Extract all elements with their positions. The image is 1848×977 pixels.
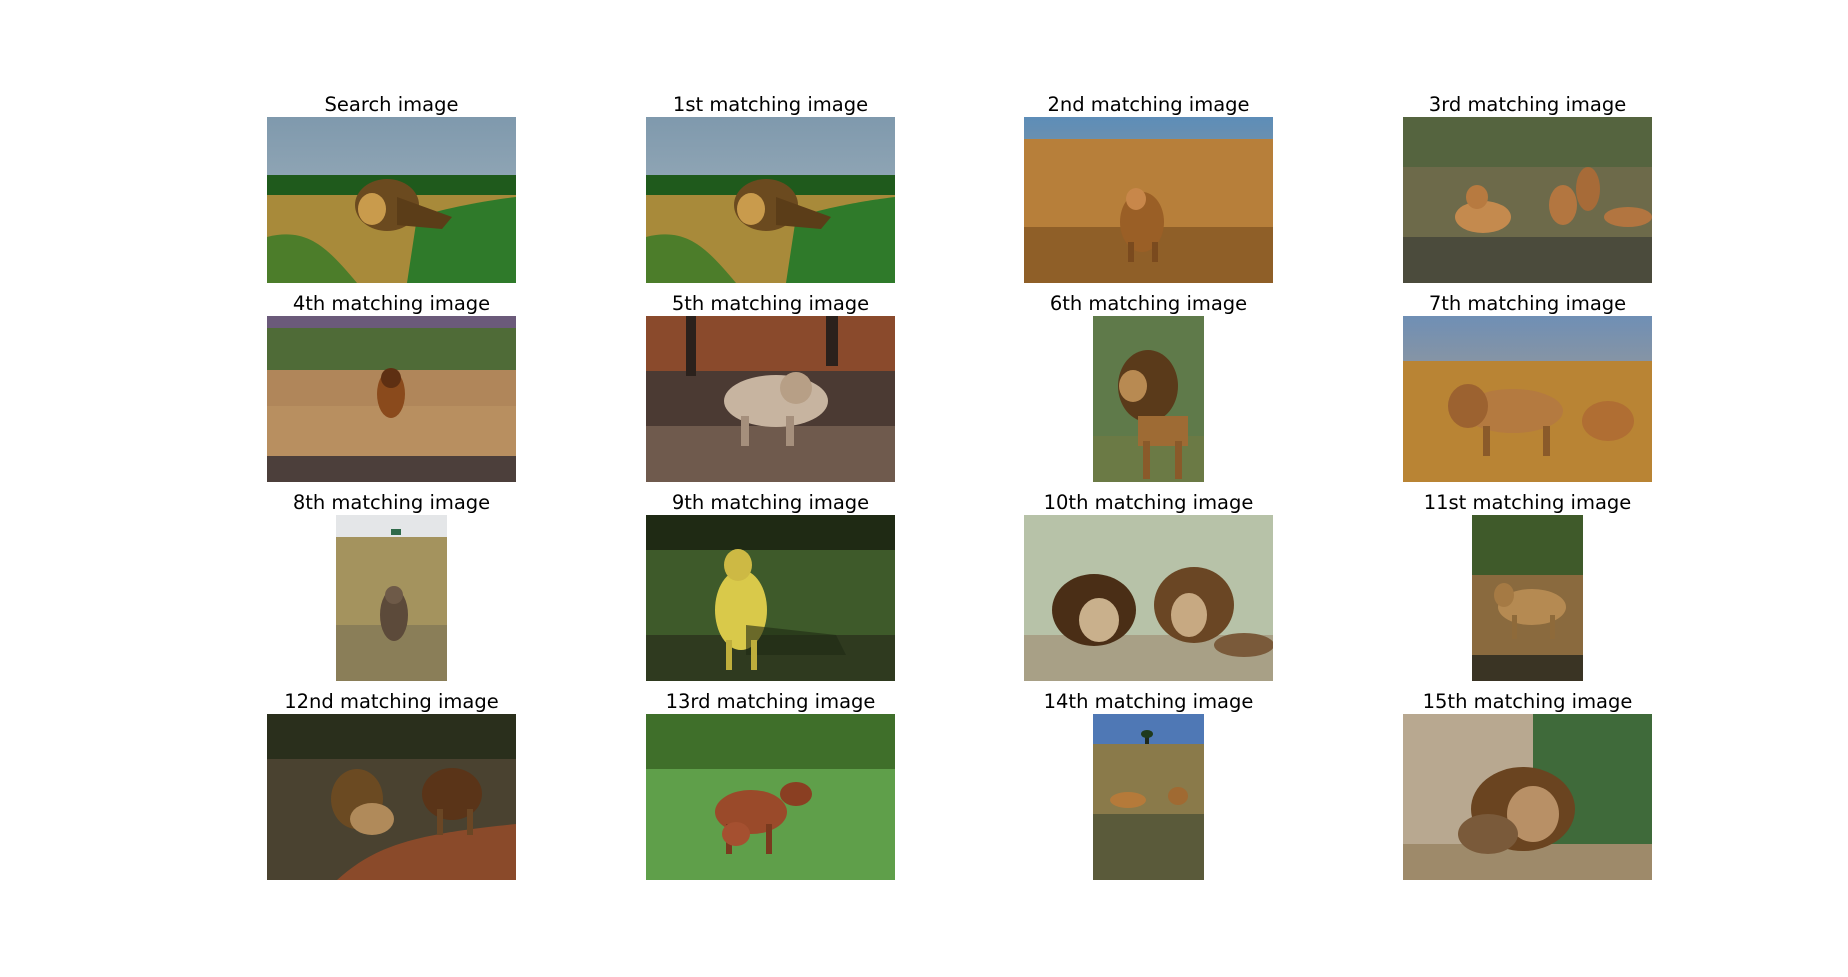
lion-thumbnail-image (1403, 714, 1652, 880)
lion-thumbnail-image (336, 515, 447, 681)
cell-title: 7th matching image (1428, 292, 1627, 315)
cell-title: 5th matching image (671, 292, 870, 315)
grid-cell-5: 5th matching image (646, 294, 895, 484)
figure-canvas: { "grid": { "cells": [ {"title": "Search… (0, 0, 1848, 977)
cell-title: 11st matching image (1423, 491, 1632, 514)
cell-title: 2nd matching image (1047, 93, 1250, 116)
cell-title: 1st matching image (672, 93, 869, 116)
grid-cell-3: 3rd matching image (1403, 95, 1652, 285)
cell-title: 8th matching image (292, 491, 491, 514)
lion-thumbnail-image (1472, 515, 1583, 681)
grid-cell-4: 4th matching image (267, 294, 516, 484)
grid-cell-11: 11st matching image (1403, 493, 1652, 683)
cell-title: 3rd matching image (1428, 93, 1627, 116)
grid-cell-2: 2nd matching image (1024, 95, 1273, 285)
cell-title: 15th matching image (1422, 690, 1633, 713)
lion-thumbnail-image (1403, 316, 1652, 482)
lion-thumbnail-image (1093, 316, 1204, 482)
lion-thumbnail-image (646, 117, 895, 283)
grid-cell-6: 6th matching image (1024, 294, 1273, 484)
grid-cell-14: 14th matching image (1024, 692, 1273, 882)
cell-title: 9th matching image (671, 491, 870, 514)
cell-title: 14th matching image (1043, 690, 1254, 713)
grid-cell-1: 1st matching image (646, 95, 895, 285)
lion-thumbnail-image (1403, 117, 1652, 283)
cell-title: 12nd matching image (284, 690, 499, 713)
lion-thumbnail-image (267, 316, 516, 482)
grid-cell-9: 9th matching image (646, 493, 895, 683)
lion-thumbnail-image (1024, 117, 1273, 283)
lion-thumbnail-image (267, 117, 516, 283)
cell-title: 10th matching image (1043, 491, 1254, 514)
grid-cell-0: Search image (267, 95, 516, 285)
cell-title: 4th matching image (292, 292, 491, 315)
cell-title: Search image (324, 93, 459, 116)
grid-cell-10: 10th matching image (1024, 493, 1273, 683)
cell-title: 13rd matching image (665, 690, 876, 713)
grid-cell-8: 8th matching image (267, 493, 516, 683)
grid-cell-15: 15th matching image (1403, 692, 1652, 882)
horse-thumbnail-image (646, 714, 895, 880)
dog-thumbnail-image (646, 515, 895, 681)
lion-thumbnail-image (267, 714, 516, 880)
lion-thumbnail-image (646, 316, 895, 482)
lion-thumbnail-image (1024, 515, 1273, 681)
cell-title: 6th matching image (1049, 292, 1248, 315)
lion-thumbnail-image (1093, 714, 1204, 880)
grid-cell-7: 7th matching image (1403, 294, 1652, 484)
grid-cell-12: 12nd matching image (267, 692, 516, 882)
grid-cell-13: 13rd matching image (646, 692, 895, 882)
